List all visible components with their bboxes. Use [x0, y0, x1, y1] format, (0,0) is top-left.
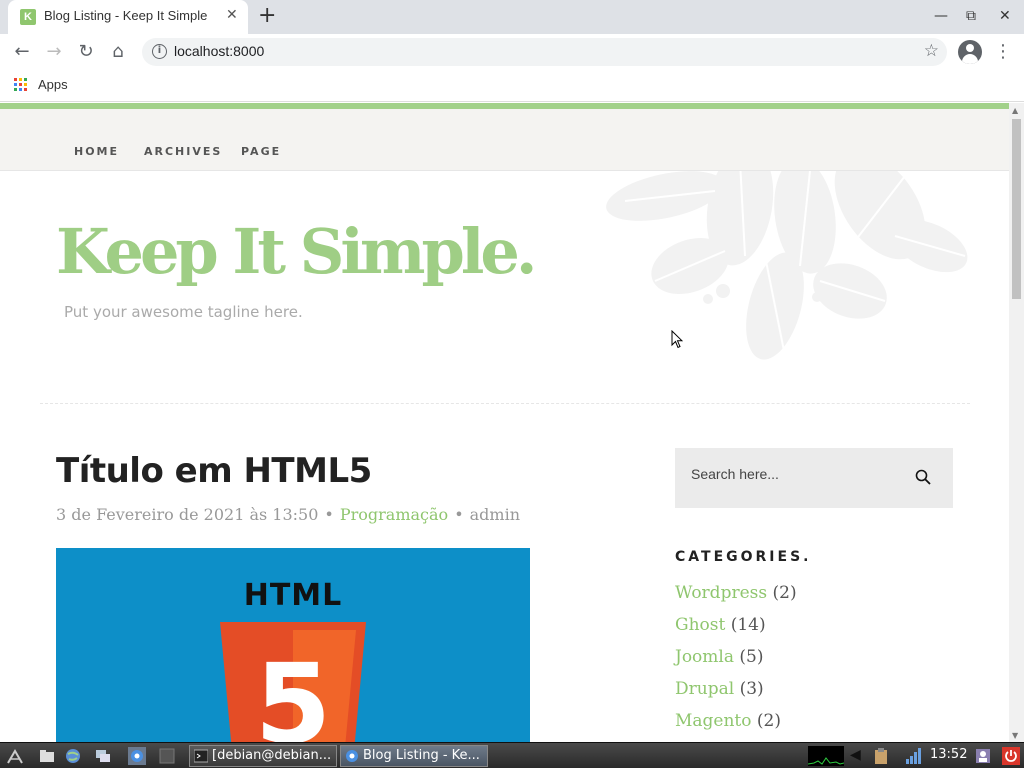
minimize-icon[interactable]: —: [934, 8, 948, 24]
tab-title: Blog Listing - Keep It Simple: [44, 8, 208, 23]
browser-menu-icon[interactable]: ⋮: [994, 40, 1012, 64]
category-item: Magento (2): [675, 711, 797, 742]
post-category-link[interactable]: Programação: [340, 505, 448, 524]
clipboard-icon[interactable]: [872, 747, 890, 765]
terminal-icon: [194, 749, 208, 763]
reload-icon[interactable]: ↻: [74, 40, 98, 64]
power-icon[interactable]: [1002, 747, 1020, 765]
category-link[interactable]: Magento: [675, 711, 752, 731]
chrome-launcher-icon[interactable]: [128, 747, 146, 765]
apps-bookmark[interactable]: Apps: [38, 77, 68, 92]
browser-toolbar: ← → ↻ ⌂ i localhost:8000 ☆ ⋮: [0, 34, 1024, 70]
meta-separator: •: [324, 505, 334, 524]
post-featured-image[interactable]: HTML 5: [56, 548, 530, 742]
network-signal-icon[interactable]: [904, 747, 922, 765]
start-menu-icon[interactable]: [6, 747, 24, 765]
windows-icon[interactable]: [94, 747, 112, 765]
category-link[interactable]: Wordpress: [675, 583, 767, 603]
forward-icon[interactable]: →: [42, 40, 66, 64]
category-count: (2): [756, 711, 781, 731]
post-author[interactable]: admin: [470, 505, 520, 524]
page-scrollbar[interactable]: ▲ ▼: [1009, 103, 1024, 742]
mouse-cursor-icon: [671, 330, 683, 349]
globe-icon[interactable]: [64, 747, 82, 765]
taskbar-clock[interactable]: 13:52: [930, 747, 967, 762]
category-item: Ghost (14): [675, 615, 797, 647]
taskbar-task-label: [debian@debian...: [212, 748, 332, 763]
nav-home[interactable]: HOME: [74, 145, 119, 158]
post-date: 3 de Fevereiro de 2021 às 13:50: [56, 505, 319, 524]
categories-heading: CATEGORIES.: [675, 549, 812, 565]
category-item: Joomla (5): [675, 647, 797, 679]
url-text[interactable]: localhost:8000: [174, 43, 264, 59]
chrome-icon: [346, 750, 358, 762]
nav-page[interactable]: PAGE: [241, 145, 281, 158]
site-info-icon[interactable]: i: [152, 44, 167, 59]
desktop-taskbar: [debian@debian... Blog Listing - Ke... ◀…: [0, 742, 1024, 768]
search-widget: [675, 448, 953, 508]
site-title[interactable]: Keep It Simple.: [56, 221, 537, 283]
bookmark-star-icon[interactable]: ☆: [924, 41, 939, 61]
category-link[interactable]: Joomla: [675, 647, 734, 667]
user-switch-icon[interactable]: [974, 747, 992, 765]
back-icon[interactable]: ←: [10, 40, 34, 64]
bookmarks-bar: Apps: [0, 70, 1024, 102]
site-tagline: Put your awesome tagline here.: [64, 303, 303, 321]
site-navigation: HOME ARCHIVES PAGE: [0, 109, 1009, 171]
home-icon[interactable]: ⌂: [106, 40, 130, 64]
category-count: (2): [772, 583, 797, 603]
category-link[interactable]: Ghost: [675, 615, 725, 635]
restore-icon[interactable]: ⧉: [966, 8, 976, 24]
html5-shield-number: 5: [255, 640, 332, 742]
folder-icon[interactable]: [38, 747, 56, 765]
tab-close-icon[interactable]: ✕: [226, 7, 238, 23]
scroll-down-icon[interactable]: ▼: [1012, 731, 1018, 740]
collapse-arrow-icon[interactable]: ◀: [850, 747, 861, 763]
taskbar-task-label: Blog Listing - Ke...: [363, 748, 480, 763]
html5-shield-icon: 5: [220, 622, 366, 742]
categories-list: Wordpress (2) Ghost (14) Joomla (5) Drup…: [675, 583, 797, 742]
category-item: Drupal (3): [675, 679, 797, 711]
search-icon[interactable]: [915, 469, 931, 485]
new-tab-icon[interactable]: +: [258, 4, 276, 28]
post-title[interactable]: Título em HTML5: [56, 451, 372, 491]
cpu-monitor-icon: [808, 746, 844, 766]
address-bar[interactable]: i localhost:8000 ☆: [142, 38, 947, 66]
search-input[interactable]: [691, 466, 891, 482]
page-viewport: HOME ARCHIVES PAGE Keep It Simple. Put y…: [0, 103, 1009, 742]
blank-launcher-icon[interactable]: [158, 747, 176, 765]
apps-grid-icon[interactable]: [14, 78, 28, 92]
browser-tab-bar: K Blog Listing - Keep It Simple ✕ + — ⧉ …: [0, 0, 1024, 34]
meta-separator: •: [454, 505, 464, 524]
close-window-icon[interactable]: ✕: [999, 8, 1011, 24]
category-count: (3): [739, 679, 764, 699]
post-meta: 3 de Fevereiro de 2021 às 13:50 • Programa…: [56, 505, 520, 524]
profile-avatar-icon[interactable]: [958, 40, 982, 64]
decorative-leaf-icon: [606, 171, 968, 360]
taskbar-browser[interactable]: Blog Listing - Ke...: [340, 745, 488, 767]
scroll-up-icon[interactable]: ▲: [1012, 106, 1018, 115]
scroll-thumb[interactable]: [1012, 119, 1021, 299]
taskbar-terminal[interactable]: [debian@debian...: [189, 745, 337, 767]
site-favicon-icon: K: [20, 9, 36, 25]
browser-tab[interactable]: K Blog Listing - Keep It Simple ✕: [8, 0, 248, 34]
category-count: (14): [730, 615, 766, 635]
category-item: Wordpress (2): [675, 583, 797, 615]
category-link[interactable]: Drupal: [675, 679, 734, 699]
header-divider: [40, 403, 970, 404]
category-count: (5): [739, 647, 764, 667]
nav-archives[interactable]: ARCHIVES: [144, 145, 222, 158]
html-logo-text: HTML: [243, 578, 343, 613]
